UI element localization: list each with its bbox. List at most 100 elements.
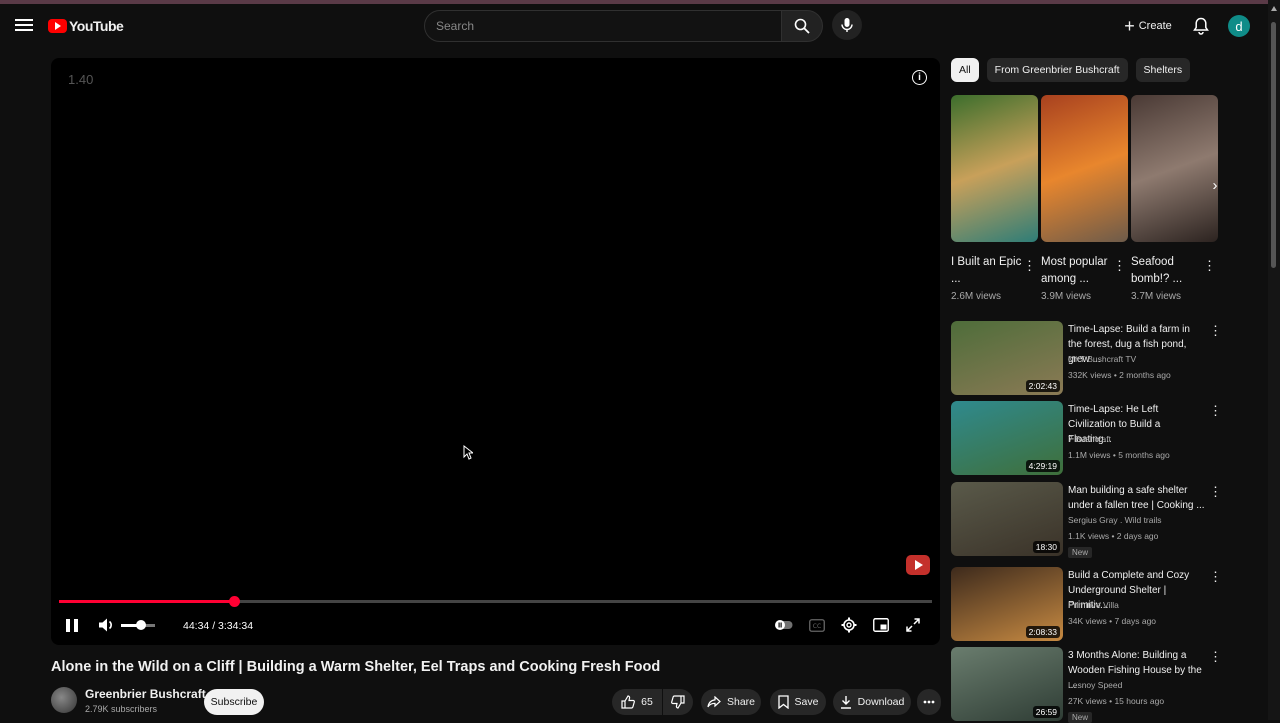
video-thumbnail[interactable]: 2:02:43: [951, 321, 1063, 395]
channel-watermark-icon[interactable]: [906, 555, 930, 575]
recommended-video[interactable]: 2:08:33 Build a Complete and Cozy Underg…: [951, 567, 1222, 643]
more-vertical-icon[interactable]: ⋮: [1209, 323, 1222, 339]
chevron-right-icon[interactable]: ›: [1205, 175, 1225, 195]
pause-button[interactable]: [64, 617, 80, 633]
video-channel[interactable]: Mr.T Bushcraft TV: [1068, 354, 1136, 364]
recommended-video[interactable]: 26:59 3 Months Alone: Building a Wooden …: [951, 647, 1222, 723]
video-meta: 1.1M views • 5 months ago: [1068, 450, 1170, 460]
dislike-button[interactable]: [663, 689, 693, 715]
volume-button[interactable]: [98, 616, 116, 634]
mouse-cursor-icon: [463, 445, 473, 460]
short-thumbnail[interactable]: [1131, 95, 1218, 242]
download-icon: [840, 696, 851, 709]
video-title[interactable]: Man building a safe shelter under a fall…: [1068, 483, 1206, 513]
progress-scrubber[interactable]: [228, 596, 240, 607]
new-badge: New: [1068, 547, 1093, 558]
notifications-button[interactable]: [1190, 15, 1212, 37]
video-channel[interactable]: Primitive Villa: [1068, 600, 1119, 610]
svg-text:CC: CC: [813, 623, 821, 630]
info-icon[interactable]: i: [912, 70, 927, 85]
video-title: Alone in the Wild on a Cliff | Building …: [51, 659, 661, 675]
microphone-icon: [841, 18, 853, 32]
account-avatar[interactable]: d: [1228, 15, 1250, 37]
share-icon: [707, 696, 721, 708]
duration-badge: 4:29:19: [1025, 460, 1060, 472]
youtube-play-icon: [48, 19, 67, 33]
save-label: Save: [794, 696, 819, 708]
time-display: 44:34 / 3:34:34: [183, 620, 254, 632]
fullscreen-button[interactable]: [904, 616, 922, 634]
scrollbar-thumb[interactable]: [1271, 22, 1276, 268]
more-vertical-icon[interactable]: ⋮: [1209, 649, 1222, 665]
closed-captions-icon: CC: [809, 618, 825, 632]
create-button[interactable]: + Create: [1116, 12, 1180, 40]
duration-badge: 2:02:43: [1025, 380, 1060, 392]
captions-button[interactable]: CC: [808, 616, 826, 634]
save-button[interactable]: Save: [770, 689, 826, 715]
search-button[interactable]: [781, 10, 823, 42]
more-vertical-icon[interactable]: ⋮: [1209, 403, 1222, 419]
more-vertical-icon[interactable]: ⋮: [1023, 258, 1036, 274]
video-thumbnail[interactable]: 18:30: [951, 482, 1063, 556]
more-actions-button[interactable]: [917, 689, 941, 715]
more-vertical-icon[interactable]: ⋮: [1209, 484, 1222, 500]
subscribe-button[interactable]: Subscribe: [204, 689, 264, 715]
video-meta: 332K views • 2 months ago: [1068, 370, 1171, 380]
search-input[interactable]: Search: [424, 10, 782, 42]
short-card[interactable]: I Built an Epic ... 2.6M views ⋮: [951, 95, 1038, 302]
plus-icon: +: [1124, 16, 1135, 36]
short-card[interactable]: Most popular among ... 3.9M views ⋮: [1041, 95, 1128, 302]
progress-played: [59, 600, 234, 603]
download-label: Download: [857, 696, 905, 708]
autoplay-toggle[interactable]: [775, 616, 793, 634]
video-channel[interactable]: 7 Bushcraft: [1068, 434, 1111, 444]
recommended-video[interactable]: 2:02:43 Time-Lapse: Build a farm in the …: [951, 321, 1222, 397]
short-views: 3.7M views: [1131, 291, 1182, 302]
short-card[interactable]: Seafood bomb!? ... 3.7M views ⋮: [1131, 95, 1218, 302]
more-vertical-icon[interactable]: ⋮: [1203, 258, 1216, 274]
chip-shelters[interactable]: Shelters: [1135, 58, 1191, 82]
channel-name[interactable]: Greenbrier Bushcraft: [85, 687, 206, 701]
video-meta: 27K views • 15 hours ago: [1068, 696, 1165, 706]
recommended-video[interactable]: 4:29:19 Time-Lapse: He Left Civilization…: [951, 401, 1222, 477]
more-vertical-icon[interactable]: ⋮: [1113, 258, 1126, 274]
fullscreen-icon: [906, 618, 920, 632]
video-thumbnail[interactable]: 4:29:19: [951, 401, 1063, 475]
more-vertical-icon[interactable]: ⋮: [1209, 569, 1222, 585]
share-button[interactable]: Share: [701, 689, 761, 715]
download-button[interactable]: Download: [833, 689, 911, 715]
thumbs-down-icon: [671, 695, 685, 709]
masthead: YouTube Search + Create d: [0, 4, 1268, 50]
video-channel[interactable]: Sergius Gray . Wild trails: [1068, 515, 1162, 525]
video-thumbnail[interactable]: 2:08:33: [951, 567, 1063, 641]
scroll-up-arrow-icon[interactable]: [1271, 6, 1277, 11]
volume-knob[interactable]: [136, 620, 147, 630]
menu-icon[interactable]: [14, 16, 34, 36]
youtube-logo[interactable]: YouTube: [48, 18, 124, 34]
short-thumbnail[interactable]: [951, 95, 1038, 242]
video-player[interactable]: 1.40 i 44:34 / 3:34:34 CC: [51, 58, 940, 645]
chip-from-channel[interactable]: From Greenbrier Bushcraft: [986, 58, 1128, 82]
logo-text: YouTube: [69, 18, 124, 34]
video-thumbnail[interactable]: 26:59: [951, 647, 1063, 721]
volume-slider[interactable]: [121, 620, 155, 630]
video-meta: 1.1K views • 2 days ago: [1068, 531, 1159, 541]
recommended-video[interactable]: 18:30 Man building a safe shelter under …: [951, 482, 1222, 558]
settings-button[interactable]: [840, 616, 858, 634]
page-scrollbar[interactable]: [1268, 0, 1280, 720]
miniplayer-button[interactable]: [872, 616, 890, 634]
voice-search-button[interactable]: [832, 10, 862, 40]
channel-avatar[interactable]: [51, 687, 77, 713]
progress-bar[interactable]: [59, 596, 932, 607]
subscriber-count: 2.79K subscribers: [85, 704, 158, 714]
shorts-shelf: I Built an Epic ... 2.6M views ⋮ Most po…: [951, 95, 1219, 310]
autoplay-icon: [775, 620, 793, 630]
video-channel[interactable]: Lesnoy Speed: [1068, 680, 1122, 690]
chip-all[interactable]: All: [951, 58, 979, 82]
duration-badge: 26:59: [1032, 706, 1060, 718]
search-icon: [794, 18, 810, 34]
duration-badge: 18:30: [1032, 541, 1060, 553]
like-button[interactable]: 65: [612, 689, 662, 715]
short-thumbnail[interactable]: [1041, 95, 1128, 242]
bell-icon: [1193, 17, 1209, 35]
